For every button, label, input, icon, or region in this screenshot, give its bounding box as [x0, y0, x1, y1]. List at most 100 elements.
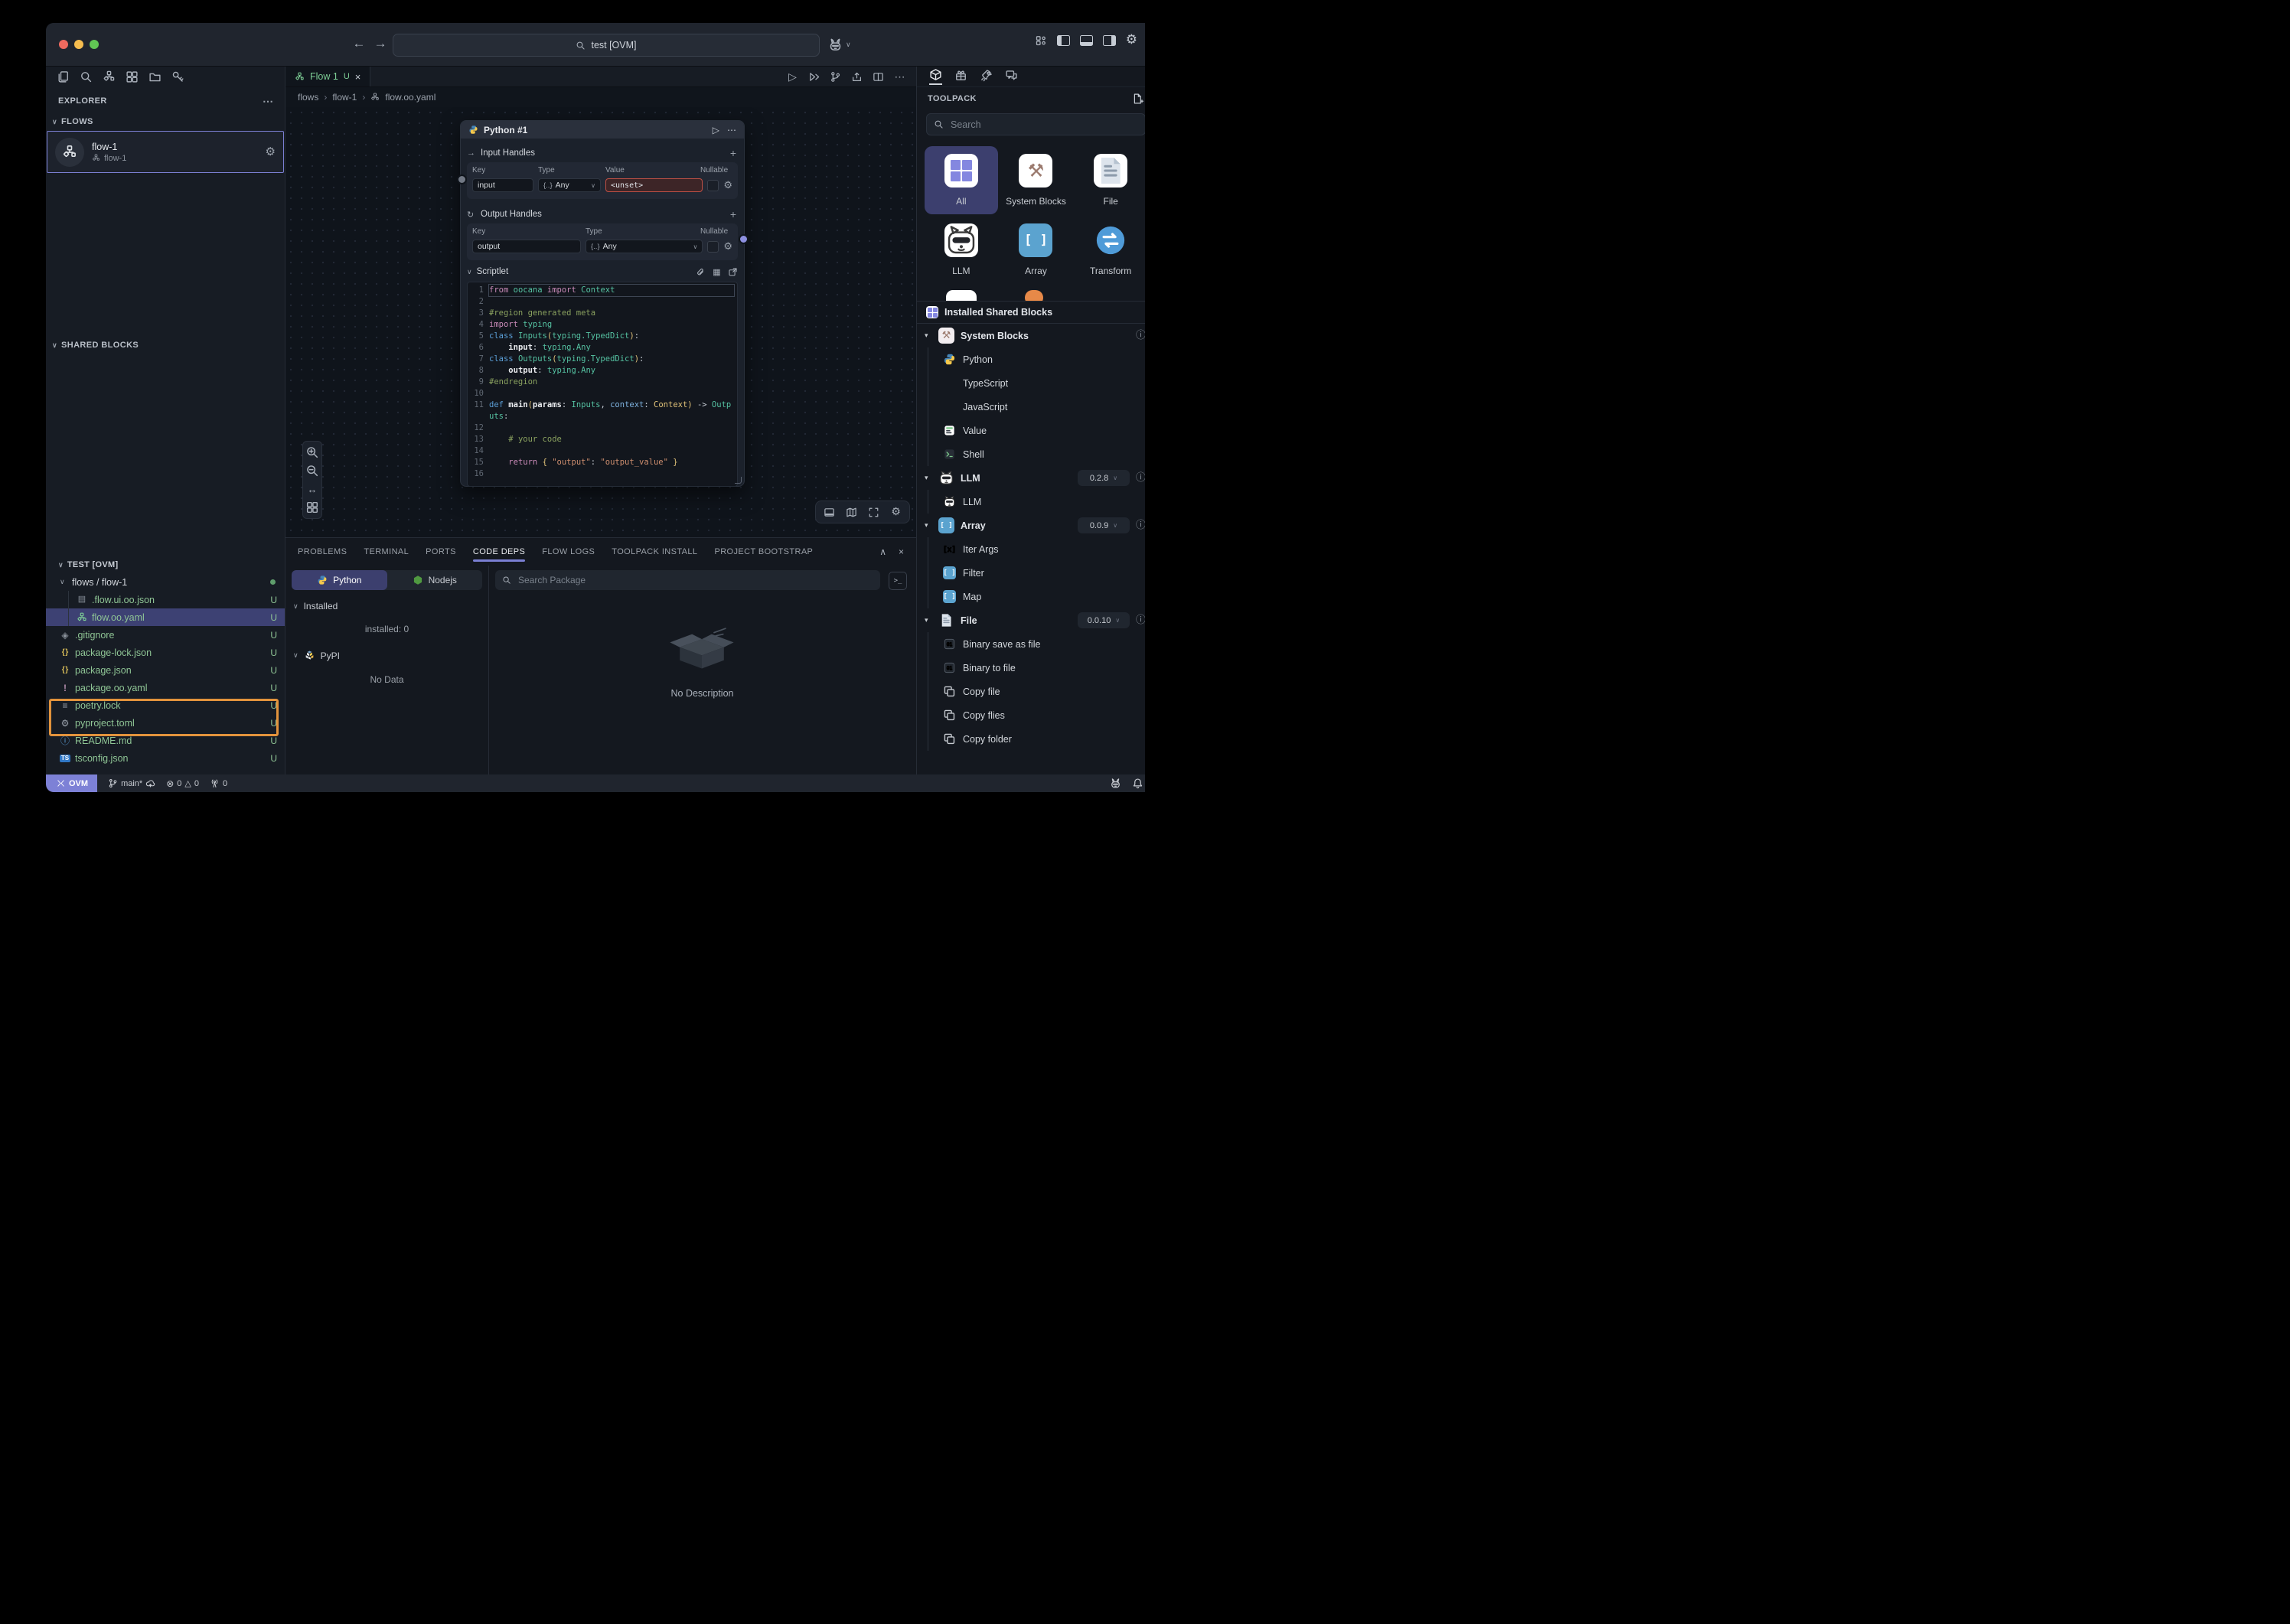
open-external-icon[interactable] — [728, 267, 738, 277]
customize-layout-icon[interactable] — [1035, 34, 1047, 47]
add-input-icon[interactable]: + — [730, 147, 736, 159]
tree-file-package-lock.json[interactable]: { }package-lock.jsonU — [46, 644, 285, 661]
git-branch-item[interactable]: main* — [108, 778, 155, 788]
flow-settings-gear-icon[interactable]: ⚙ — [266, 146, 276, 158]
lang-tab-nodejs[interactable]: Nodejs — [387, 570, 483, 590]
minimap-icon[interactable] — [846, 507, 857, 518]
partial-tile[interactable] — [946, 290, 977, 301]
toolpack-tile-llm[interactable]: LLM — [925, 216, 998, 284]
close-panel-icon[interactable]: × — [899, 546, 904, 557]
fit-view-icon[interactable] — [868, 507, 879, 518]
input-key-field[interactable]: input — [472, 178, 533, 192]
output-key-field[interactable]: output — [472, 240, 581, 253]
terminal-button[interactable]: >_ — [889, 572, 907, 590]
tree-file-flow.oo.yaml[interactable]: flow.oo.yamlU — [46, 608, 285, 626]
shared-block-value[interactable]: Value — [917, 419, 1145, 442]
search-files-icon[interactable] — [80, 70, 93, 83]
grid-view-icon[interactable]: ▦ — [712, 267, 722, 277]
shared-section-file[interactable]: ▾File0.0.10∨ⓘ — [917, 608, 1145, 632]
toolpack-search-input[interactable] — [949, 119, 1138, 131]
zoom-out-icon[interactable] — [305, 462, 319, 479]
shared-section-system-blocks[interactable]: ▾⚒System Blocksⓘ — [917, 324, 1145, 347]
explorer-more-icon[interactable]: ⋯ — [263, 95, 274, 108]
notifications-bell-icon[interactable] — [1132, 778, 1143, 789]
shared-block-llm[interactable]: LLM — [917, 490, 1145, 514]
bottom-tab-flow-logs[interactable]: FLOW LOGS — [542, 538, 595, 566]
rocket-tab-icon[interactable] — [980, 69, 993, 84]
zoom-in-icon[interactable] — [305, 444, 319, 461]
blocks-icon[interactable] — [126, 70, 139, 83]
source-control-icon[interactable] — [103, 70, 116, 83]
folder-icon[interactable] — [148, 70, 161, 83]
toolpack-tab-icon[interactable] — [929, 68, 942, 85]
problems-item[interactable]: ⊗ 0 △ 0 — [166, 779, 199, 788]
shared-block-iter-args[interactable]: [x]Iter Args — [917, 537, 1145, 561]
info-icon[interactable]: ⓘ — [1136, 615, 1145, 625]
partial-tile[interactable] — [1025, 290, 1043, 301]
shared-block-filter[interactable]: [ ]Filter — [917, 561, 1145, 585]
flow-card[interactable]: flow-1 flow-1 ⚙ — [47, 131, 284, 173]
layout-grid-icon[interactable] — [305, 499, 319, 516]
input-nullable-checkbox[interactable] — [707, 180, 719, 191]
info-icon[interactable]: ⓘ — [1136, 473, 1145, 483]
python-node[interactable]: Python #1 ▷ ⋯ → Input Handles + — [460, 120, 745, 487]
package-search[interactable] — [495, 570, 880, 590]
close-tab-icon[interactable]: × — [355, 71, 361, 83]
command-center-search[interactable]: test [OVM] — [393, 34, 820, 57]
input-value-field[interactable]: <unset> — [605, 178, 703, 192]
more-actions-icon[interactable]: ⋯ — [894, 71, 905, 83]
publish-icon[interactable] — [851, 71, 863, 83]
shared-block-shell[interactable]: Shell — [917, 442, 1145, 466]
shared-block-copy-folder[interactable]: Copy folder — [917, 727, 1145, 751]
rabbit-assistant-icon[interactable] — [828, 38, 843, 52]
shared-block-binary-save-as-file[interactable]: 01Binary save as file — [917, 632, 1145, 656]
breadcrumb-flows[interactable]: flows — [298, 92, 318, 103]
key-icon[interactable] — [171, 70, 184, 83]
files-icon[interactable] — [57, 70, 70, 83]
toggle-right-sidebar-icon[interactable] — [1103, 35, 1116, 46]
tree-file-package.oo.yaml[interactable]: !package.oo.yamlU — [46, 679, 285, 696]
shared-block-typescript[interactable]: TypeScript — [917, 371, 1145, 395]
output-type-select[interactable]: {..} Any ∨ — [586, 240, 703, 253]
canvas-settings-gear-icon[interactable]: ⚙ — [890, 507, 902, 518]
shared-block-javascript[interactable]: JavaScript — [917, 395, 1145, 419]
version-select[interactable]: 0.0.9∨ — [1078, 517, 1130, 533]
input-type-select[interactable]: {..} Any ∨ — [538, 178, 601, 192]
close-window-button[interactable] — [59, 40, 68, 49]
run-node-icon[interactable]: ▷ — [713, 125, 719, 135]
toggle-left-sidebar-icon[interactable] — [1057, 35, 1070, 46]
toolpack-tile-all[interactable]: All — [925, 146, 998, 214]
package-search-input[interactable] — [517, 574, 873, 586]
new-toolpack-icon[interactable] — [1132, 93, 1144, 105]
tree-folder-flows-flow-1[interactable]: ∨ flows / flow-1 — [46, 573, 285, 591]
settings-gear-icon[interactable]: ⚙ — [1126, 34, 1137, 47]
input-connection-dot[interactable] — [457, 174, 467, 184]
tree-file-tsconfig.json[interactable]: TStsconfig.jsonU — [46, 749, 285, 767]
maximize-panel-icon[interactable]: ∧ — [879, 546, 886, 557]
minimize-window-button[interactable] — [74, 40, 83, 49]
pypi-section-row[interactable]: ∨ PyPI — [293, 650, 340, 661]
toggle-bottom-panel-icon[interactable] — [1080, 35, 1093, 46]
git-merge-icon[interactable] — [830, 71, 841, 83]
node-resize-handle[interactable] — [735, 477, 742, 484]
scriptlet-code-editor[interactable]: 1from oocana import Context2 3#region ge… — [467, 282, 738, 487]
bottom-tab-ports[interactable]: PORTS — [426, 538, 456, 566]
add-output-icon[interactable]: + — [730, 208, 736, 220]
shared-block-copy-file[interactable]: Copy file — [917, 680, 1145, 703]
shared-section-llm[interactable]: ▾LLM0.2.8∨ⓘ — [917, 466, 1145, 490]
assistant-chevron-icon[interactable]: ∨ — [846, 41, 851, 49]
tree-file-pyproject.toml[interactable]: ⚙pyproject.tomlU — [46, 714, 285, 732]
chat-tab-icon[interactable] — [1005, 69, 1018, 84]
remote-indicator[interactable]: OVM — [46, 774, 97, 792]
zoom-window-button[interactable] — [90, 40, 99, 49]
output-connection-dot[interactable] — [739, 234, 749, 244]
split-editor-icon[interactable] — [873, 71, 884, 83]
tree-file-.flow.ui.oo.json[interactable]: ▤.flow.ui.oo.jsonU — [46, 591, 285, 608]
flows-section-header[interactable]: ∨ FLOWS — [46, 113, 285, 131]
flow-canvas[interactable]: Python #1 ▷ ⋯ → Input Handles + — [285, 107, 916, 537]
bottom-tab-toolpack-install[interactable]: TOOLPACK INSTALL — [612, 538, 697, 566]
back-button[interactable]: ← — [349, 34, 369, 54]
bottom-tab-problems[interactable]: PROBLEMS — [298, 538, 347, 566]
toolpack-tile-file[interactable]: File — [1074, 146, 1145, 214]
shared-block-copy-flies[interactable]: Copy flies — [917, 703, 1145, 727]
